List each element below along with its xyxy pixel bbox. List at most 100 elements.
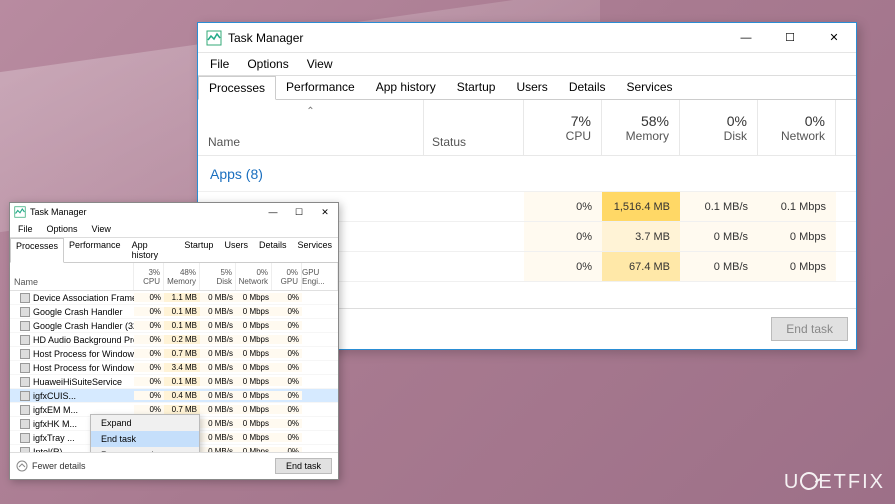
tab-users[interactable]: Users: [219, 238, 254, 262]
cell-network: 0 Mbps: [236, 405, 272, 414]
menubar: File Options View: [198, 53, 856, 76]
col-memory[interactable]: 48%Memory: [164, 263, 200, 290]
process-icon: [20, 447, 30, 453]
table-row[interactable]: Host Process for Windows Tasks0%3.4 MB0 …: [10, 361, 338, 375]
cell-network: 0 Mbps: [758, 222, 836, 251]
col-disk[interactable]: 5%Disk: [200, 263, 236, 290]
table-row[interactable]: Host Process for Windows Tasks0%0.7 MB0 …: [10, 347, 338, 361]
table-row[interactable]: Device Association Framework ...0%1.1 MB…: [10, 291, 338, 305]
cell-gpu: 0%: [272, 307, 302, 316]
context-menu-item[interactable]: End task: [91, 431, 199, 447]
cell-network: 0 Mbps: [236, 293, 272, 302]
cell-gpu: 0%: [272, 321, 302, 330]
cell-disk: 0 MB/s: [200, 447, 236, 452]
context-menu: ExpandEnd taskResource valuesCreate dump…: [90, 414, 200, 452]
cell-status: [424, 222, 524, 251]
maximize-button[interactable]: ☐: [286, 203, 312, 221]
cell-network: 0 Mbps: [236, 377, 272, 386]
cell-network: 0 Mbps: [236, 321, 272, 330]
col-status[interactable]: Status: [424, 100, 524, 155]
cell-disk: 0 MB/s: [200, 307, 236, 316]
task-manager-icon: [206, 30, 222, 46]
titlebar[interactable]: Task Manager — ☐ ✕: [198, 23, 856, 53]
cell-gpu: 0%: [272, 405, 302, 414]
cell-disk: 0 MB/s: [200, 321, 236, 330]
cell-name: Device Association Framework ...: [10, 293, 134, 303]
tab-services[interactable]: Services: [617, 76, 684, 99]
cell-gpu: 0%: [272, 363, 302, 372]
minimize-button[interactable]: —: [260, 203, 286, 221]
tab-startup[interactable]: Startup: [179, 238, 219, 262]
close-button[interactable]: ✕: [812, 23, 856, 53]
table-row[interactable]: HuaweiHiSuiteService0%0.1 MB0 MB/s0 Mbps…: [10, 375, 338, 389]
menu-file[interactable]: File: [206, 55, 233, 73]
tab-performance[interactable]: Performance: [64, 238, 127, 262]
tab-startup[interactable]: Startup: [447, 76, 507, 99]
tab-performance[interactable]: Performance: [276, 76, 366, 99]
category-apps[interactable]: Apps (8): [198, 156, 856, 192]
col-name[interactable]: ⌃ Name: [198, 100, 424, 155]
col-gpu-engine[interactable]: GPU Engi...: [302, 263, 338, 290]
process-icon: [20, 391, 30, 401]
context-menu-item[interactable]: Expand: [91, 415, 199, 431]
col-disk[interactable]: 0%Disk: [680, 100, 758, 155]
cell-name: igfxCUIS...: [10, 391, 134, 401]
sort-chevron-icon: ⌃: [306, 106, 314, 117]
cell-disk: 0 MB/s: [200, 433, 236, 442]
cell-network: 0 Mbps: [236, 307, 272, 316]
tab-processes[interactable]: Processes: [10, 238, 64, 263]
tab-app-history[interactable]: App history: [366, 76, 447, 99]
menu-options[interactable]: Options: [243, 55, 292, 73]
table-row[interactable]: Google Crash Handler0%0.1 MB0 MB/s0 Mbps…: [10, 305, 338, 319]
cell-network: 0 Mbps: [236, 419, 272, 428]
col-network[interactable]: 0%Network: [758, 100, 836, 155]
tab-processes[interactable]: Processes: [198, 76, 276, 100]
close-button[interactable]: ✕: [312, 203, 338, 221]
process-icon: [20, 293, 30, 303]
process-list-small: Device Association Framework ...0%1.1 MB…: [10, 291, 338, 452]
cell-cpu: 0%: [524, 222, 602, 251]
titlebar-small[interactable]: Task Manager — ☐ ✕: [10, 203, 338, 221]
menu-view[interactable]: View: [303, 55, 337, 73]
tab-app-history[interactable]: App history: [127, 238, 180, 262]
tab-details[interactable]: Details: [559, 76, 617, 99]
cell-memory: 3.7 MB: [602, 222, 680, 251]
tab-users[interactable]: Users: [506, 76, 558, 99]
menu-file[interactable]: File: [14, 222, 37, 236]
col-cpu[interactable]: 3%CPU: [134, 263, 164, 290]
cell-disk: 0 MB/s: [200, 391, 236, 400]
cell-memory: 67.4 MB: [602, 252, 680, 281]
chevron-up-icon: [16, 460, 28, 472]
cell-disk: 0.1 MB/s: [680, 192, 758, 221]
tab-services[interactable]: Services: [292, 238, 338, 262]
tab-details[interactable]: Details: [254, 238, 293, 262]
minimize-button[interactable]: —: [724, 23, 768, 53]
cell-disk: 0 MB/s: [680, 222, 758, 251]
end-task-button[interactable]: End task: [771, 317, 848, 341]
col-network[interactable]: 0%Network: [236, 263, 272, 290]
cell-disk: 0 MB/s: [200, 335, 236, 344]
magnifier-icon: [797, 469, 822, 494]
cell-name: Google Crash Handler: [10, 307, 134, 317]
col-gpu[interactable]: 0%GPU: [272, 263, 302, 290]
menu-view[interactable]: View: [88, 222, 115, 236]
table-row[interactable]: Google Crash Handler (32 bit)0%0.1 MB0 M…: [10, 319, 338, 333]
cell-network: 0 Mbps: [236, 433, 272, 442]
end-task-button[interactable]: End task: [275, 458, 332, 474]
context-menu-item[interactable]: Resource values: [91, 447, 199, 452]
process-icon: [20, 349, 30, 359]
table-row[interactable]: HD Audio Background Process0%0.2 MB0 MB/…: [10, 333, 338, 347]
col-memory[interactable]: 58%Memory: [602, 100, 680, 155]
menu-options[interactable]: Options: [43, 222, 82, 236]
cell-cpu: 0%: [134, 377, 164, 386]
col-name[interactable]: Name: [10, 263, 134, 290]
maximize-button[interactable]: ☐: [768, 23, 812, 53]
cell-gpu: 0%: [272, 293, 302, 302]
tabs: Processes Performance App history Startu…: [198, 76, 856, 100]
cell-gpu: 0%: [272, 335, 302, 344]
fewer-details-button[interactable]: Fewer details: [16, 460, 86, 472]
table-row[interactable]: igfxCUIS...0%0.4 MB0 MB/s0 Mbps0%: [10, 389, 338, 403]
task-manager-window-small: Task Manager — ☐ ✕ File Options View Pro…: [9, 202, 339, 480]
cell-memory: 1,516.4 MB: [602, 192, 680, 221]
col-cpu[interactable]: 7%CPU: [524, 100, 602, 155]
